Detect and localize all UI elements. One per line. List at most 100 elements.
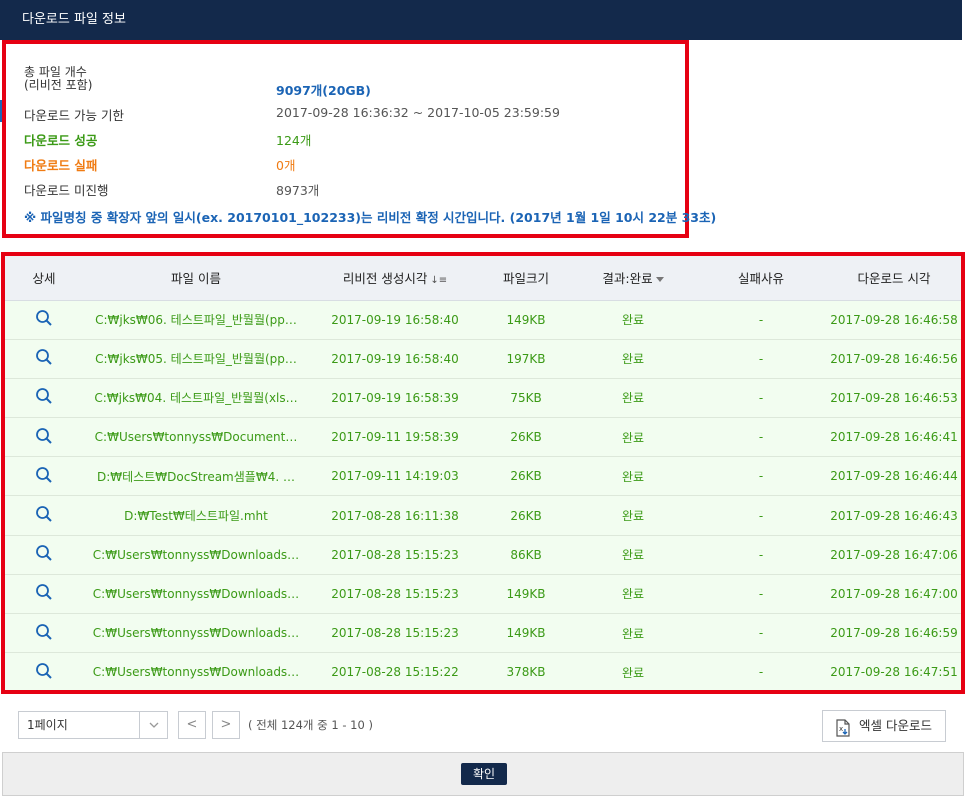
excel-download-button[interactable]: x 엑셀 다운로드 [822,710,946,742]
detail-cell [5,652,83,690]
cell-filename: C:₩Users₩tonnyss₩Document… [83,417,309,458]
cell-revision-time: 2017-09-19 16:58:40 [309,339,481,379]
search-icon[interactable] [35,348,53,369]
cell-result: 완료 [571,456,695,497]
cell-size: 149KB [481,613,571,654]
detail-cell [5,339,83,379]
table-row[interactable]: C:₩Users₩tonnyss₩Downloads… 2017-08-28 15… [5,652,961,690]
cell-download-time: 2017-09-28 16:46:56 [827,339,961,379]
cell-fail-reason: - [695,535,827,575]
detail-cell [5,300,83,340]
table-row[interactable]: D:₩Test₩테스트파일.mht 2017-08-28 16:11:38 26KB… [5,495,961,536]
col-header-revision-time[interactable]: 리비전 생성시각 ↓≡ [309,256,481,301]
detail-cell [5,378,83,419]
cell-size: 26KB [481,417,571,458]
chevron-down-icon[interactable] [655,277,664,283]
sort-icon[interactable]: ↓≡ [430,275,447,286]
cell-revision-time: 2017-09-11 14:19:03 [309,456,481,497]
detail-cell [5,417,83,458]
prev-page-button[interactable]: < [178,711,206,739]
success-label: 다운로드 성공 [24,133,98,148]
cell-fail-reason: - [695,339,827,379]
period-value: 2017-09-28 16:36:32 ~ 2017-10-05 23:59:5… [276,105,560,120]
table-row[interactable]: C:₩jks₩05. 테스트파일_반뭘뭘(pp… 2017-09-19 16:58… [5,339,961,379]
cell-revision-time: 2017-08-28 15:15:22 [309,652,481,690]
cell-result: 완료 [571,495,695,536]
cell-download-time: 2017-09-28 16:47:51 [827,652,961,690]
cell-revision-time: 2017-09-19 16:58:39 [309,378,481,419]
detail-cell [5,495,83,536]
cell-fail-reason: - [695,417,827,458]
chevron-down-icon[interactable] [139,712,167,738]
col-header-size[interactable]: 파일크기 [481,256,571,301]
cell-fail-reason: - [695,495,827,536]
fail-value: 0개 [276,158,296,173]
cell-result: 완료 [571,417,695,458]
table-row[interactable]: C:₩Users₩tonnyss₩Downloads… 2017-08-28 15… [5,574,961,615]
cell-download-time: 2017-09-28 16:46:44 [827,456,961,497]
table-row[interactable]: C:₩Users₩tonnyss₩Downloads… 2017-08-28 15… [5,613,961,654]
window-title: 다운로드 파일 정보 [0,0,962,40]
cell-size: 86KB [481,535,571,575]
page-select-value: 1페이지 [27,718,68,732]
cell-download-time: 2017-09-28 16:46:59 [827,613,961,654]
search-icon[interactable] [35,466,53,487]
table-header-row: 상세 파일 이름 리비전 생성시각 ↓≡ 파일크기 결과:완료 실패사유 다운로드… [5,256,961,301]
search-icon[interactable] [35,427,53,448]
cell-fail-reason: - [695,613,827,654]
cell-filename: C:₩Users₩tonnyss₩Downloads… [83,535,309,575]
cell-filename: C:₩Users₩tonnyss₩Downloads… [83,613,309,654]
fail-label: 다운로드 실패 [24,158,98,173]
search-icon[interactable] [35,505,53,526]
table-row[interactable]: D:₩테스트₩DocStream샘플₩4. … 2017-09-11 14:19:… [5,456,961,497]
cell-revision-time: 2017-09-11 19:58:39 [309,417,481,458]
table-row[interactable]: C:₩Users₩tonnyss₩Downloads… 2017-08-28 15… [5,535,961,575]
search-icon[interactable] [35,623,53,644]
excel-download-label: 엑셀 다운로드 [859,718,932,733]
table-row[interactable]: C:₩jks₩04. 테스트파일_반뭘뭘(xls… 2017-09-19 16:5… [5,378,961,419]
total-files-value: 9097개(20GB) [276,83,371,98]
next-page-button[interactable]: > [212,711,240,739]
cell-result: 완료 [571,300,695,340]
download-file-table: 상세 파일 이름 리비전 생성시각 ↓≡ 파일크기 결과:완료 실패사유 다운로드… [5,256,961,690]
cell-result: 완료 [571,535,695,575]
cell-revision-time: 2017-08-28 15:15:23 [309,613,481,654]
cell-filename: C:₩jks₩05. 테스트파일_반뭘뭘(pp… [83,339,309,379]
cell-download-time: 2017-09-28 16:47:06 [827,535,961,575]
download-summary-panel: 총 파일 개수 (리비전 포함) 9097개(20GB) 다운로드 가능 기한 … [2,40,716,238]
cell-size: 149KB [481,300,571,340]
table-row[interactable]: C:₩Users₩tonnyss₩Document… 2017-09-11 19:… [5,417,961,458]
cell-revision-time: 2017-08-28 15:15:23 [309,574,481,615]
cell-download-time: 2017-09-28 16:46:43 [827,495,961,536]
cell-fail-reason: - [695,652,827,690]
page-select[interactable]: 1페이지 [18,711,168,739]
cell-download-time: 2017-09-28 16:46:58 [827,300,961,340]
col-header-result[interactable]: 결과:완료 [571,256,695,301]
search-icon[interactable] [35,309,53,330]
ok-button[interactable]: 확인 [461,763,507,785]
cell-filename: C:₩Users₩tonnyss₩Downloads… [83,574,309,615]
cell-filename: C:₩jks₩04. 테스트파일_반뭘뭘(xls… [83,378,309,419]
cell-result: 완료 [571,339,695,379]
cell-revision-time: 2017-08-28 16:11:38 [309,495,481,536]
download-file-table-panel: 상세 파일 이름 리비전 생성시각 ↓≡ 파일크기 결과:완료 실패사유 다운로드… [1,252,965,694]
cell-size: 26KB [481,495,571,536]
detail-cell [5,456,83,497]
cell-download-time: 2017-09-28 16:47:00 [827,574,961,615]
table-row[interactable]: C:₩jks₩06. 테스트파일_반뭘뭘(pp… 2017-09-19 16:58… [5,300,961,340]
cell-filename: D:₩Test₩테스트파일.mht [83,495,309,536]
cell-size: 197KB [481,339,571,379]
col-header-filename[interactable]: 파일 이름 [83,256,309,301]
search-icon[interactable] [35,387,53,408]
cell-fail-reason: - [695,456,827,497]
search-icon[interactable] [35,583,53,604]
cell-download-time: 2017-09-28 16:46:53 [827,378,961,419]
col-header-download-time[interactable]: 다운로드 시각 [827,256,961,301]
search-icon[interactable] [35,662,53,683]
cell-revision-time: 2017-09-19 16:58:40 [309,300,481,340]
cell-size: 149KB [481,574,571,615]
cell-revision-time: 2017-08-28 15:15:23 [309,535,481,575]
search-icon[interactable] [35,544,53,565]
excel-file-icon: x [835,718,851,748]
revision-notice: ※ 파일명칭 중 확장자 앞의 일시(ex. 20170101_102233)는… [24,210,717,225]
